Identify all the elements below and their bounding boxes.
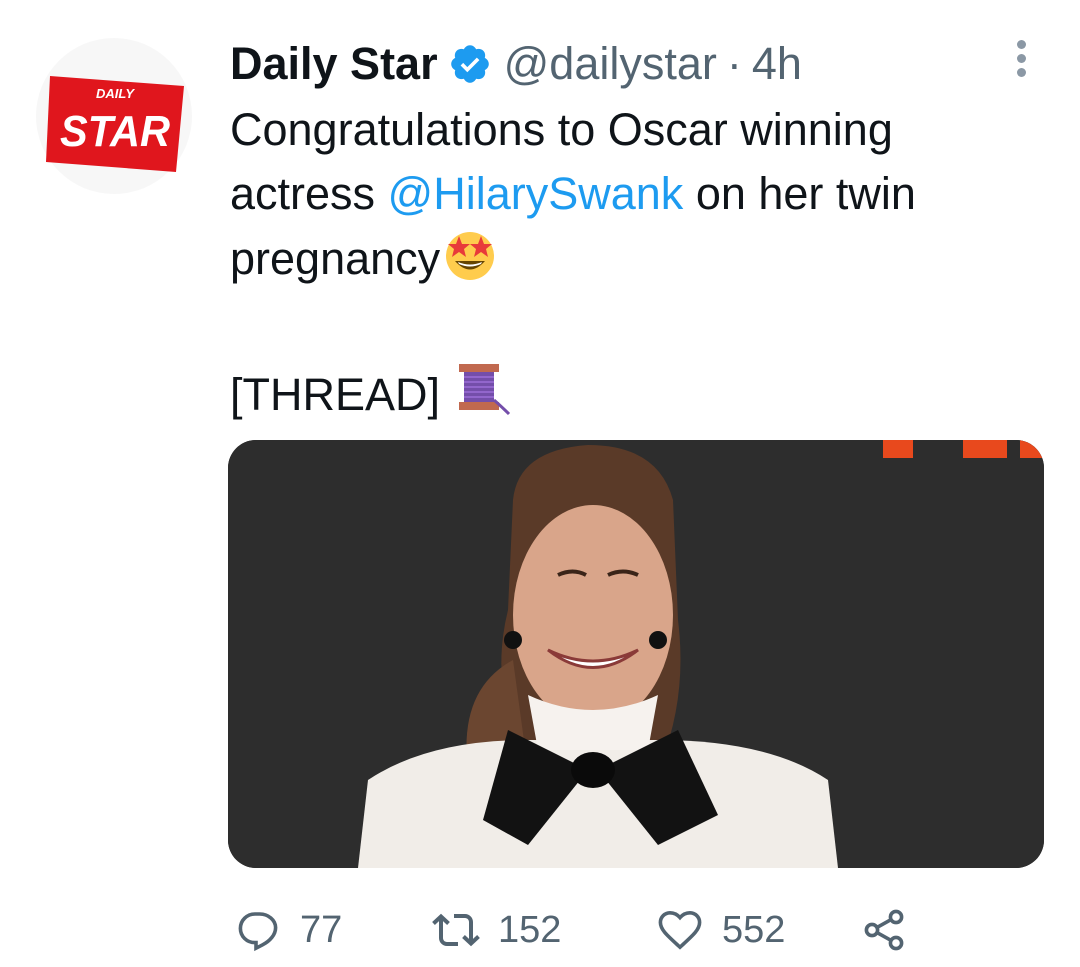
- verified-badge-icon: [448, 42, 492, 86]
- logo-big-text: STAR: [60, 107, 170, 156]
- like-count: 552: [722, 908, 786, 951]
- author-avatar[interactable]: DAILY STAR: [36, 38, 192, 194]
- tweet-header: Daily Star @dailystar · 4h: [230, 36, 802, 92]
- reply-icon: [234, 906, 282, 954]
- retweet-icon: [432, 906, 480, 954]
- heart-icon: [656, 906, 704, 954]
- separator-dot: ·: [726, 38, 742, 89]
- like-button[interactable]: 552: [656, 902, 785, 958]
- more-options-icon[interactable]: [1010, 40, 1032, 80]
- thread-label-text: [THREAD]: [230, 369, 441, 420]
- reply-button[interactable]: 77: [234, 902, 342, 958]
- retweet-button[interactable]: 152: [432, 902, 561, 958]
- share-button[interactable]: [860, 902, 926, 958]
- tweet-actions: 77 152 552: [234, 902, 934, 958]
- spool-of-thread-icon: [453, 360, 511, 435]
- daily-star-logo: DAILY STAR: [46, 76, 184, 172]
- thread-label: [THREAD]: [230, 360, 511, 435]
- author-handle[interactable]: @dailystar: [504, 36, 717, 92]
- reply-count: 77: [300, 908, 343, 951]
- photo-illustration: [228, 440, 1044, 868]
- share-icon: [860, 906, 908, 954]
- retweet-count: 152: [498, 908, 562, 951]
- tweet-timestamp[interactable]: 4h: [752, 36, 802, 92]
- tweet-photo[interactable]: [228, 440, 1044, 868]
- tweet-text: Congratulations to Oscar winning actress…: [230, 98, 1030, 299]
- author-name[interactable]: Daily Star: [230, 36, 438, 92]
- logo-small-text: DAILY: [96, 86, 135, 101]
- star-struck-emoji-icon: [440, 226, 500, 299]
- mention-link[interactable]: @HilarySwank: [388, 168, 684, 219]
